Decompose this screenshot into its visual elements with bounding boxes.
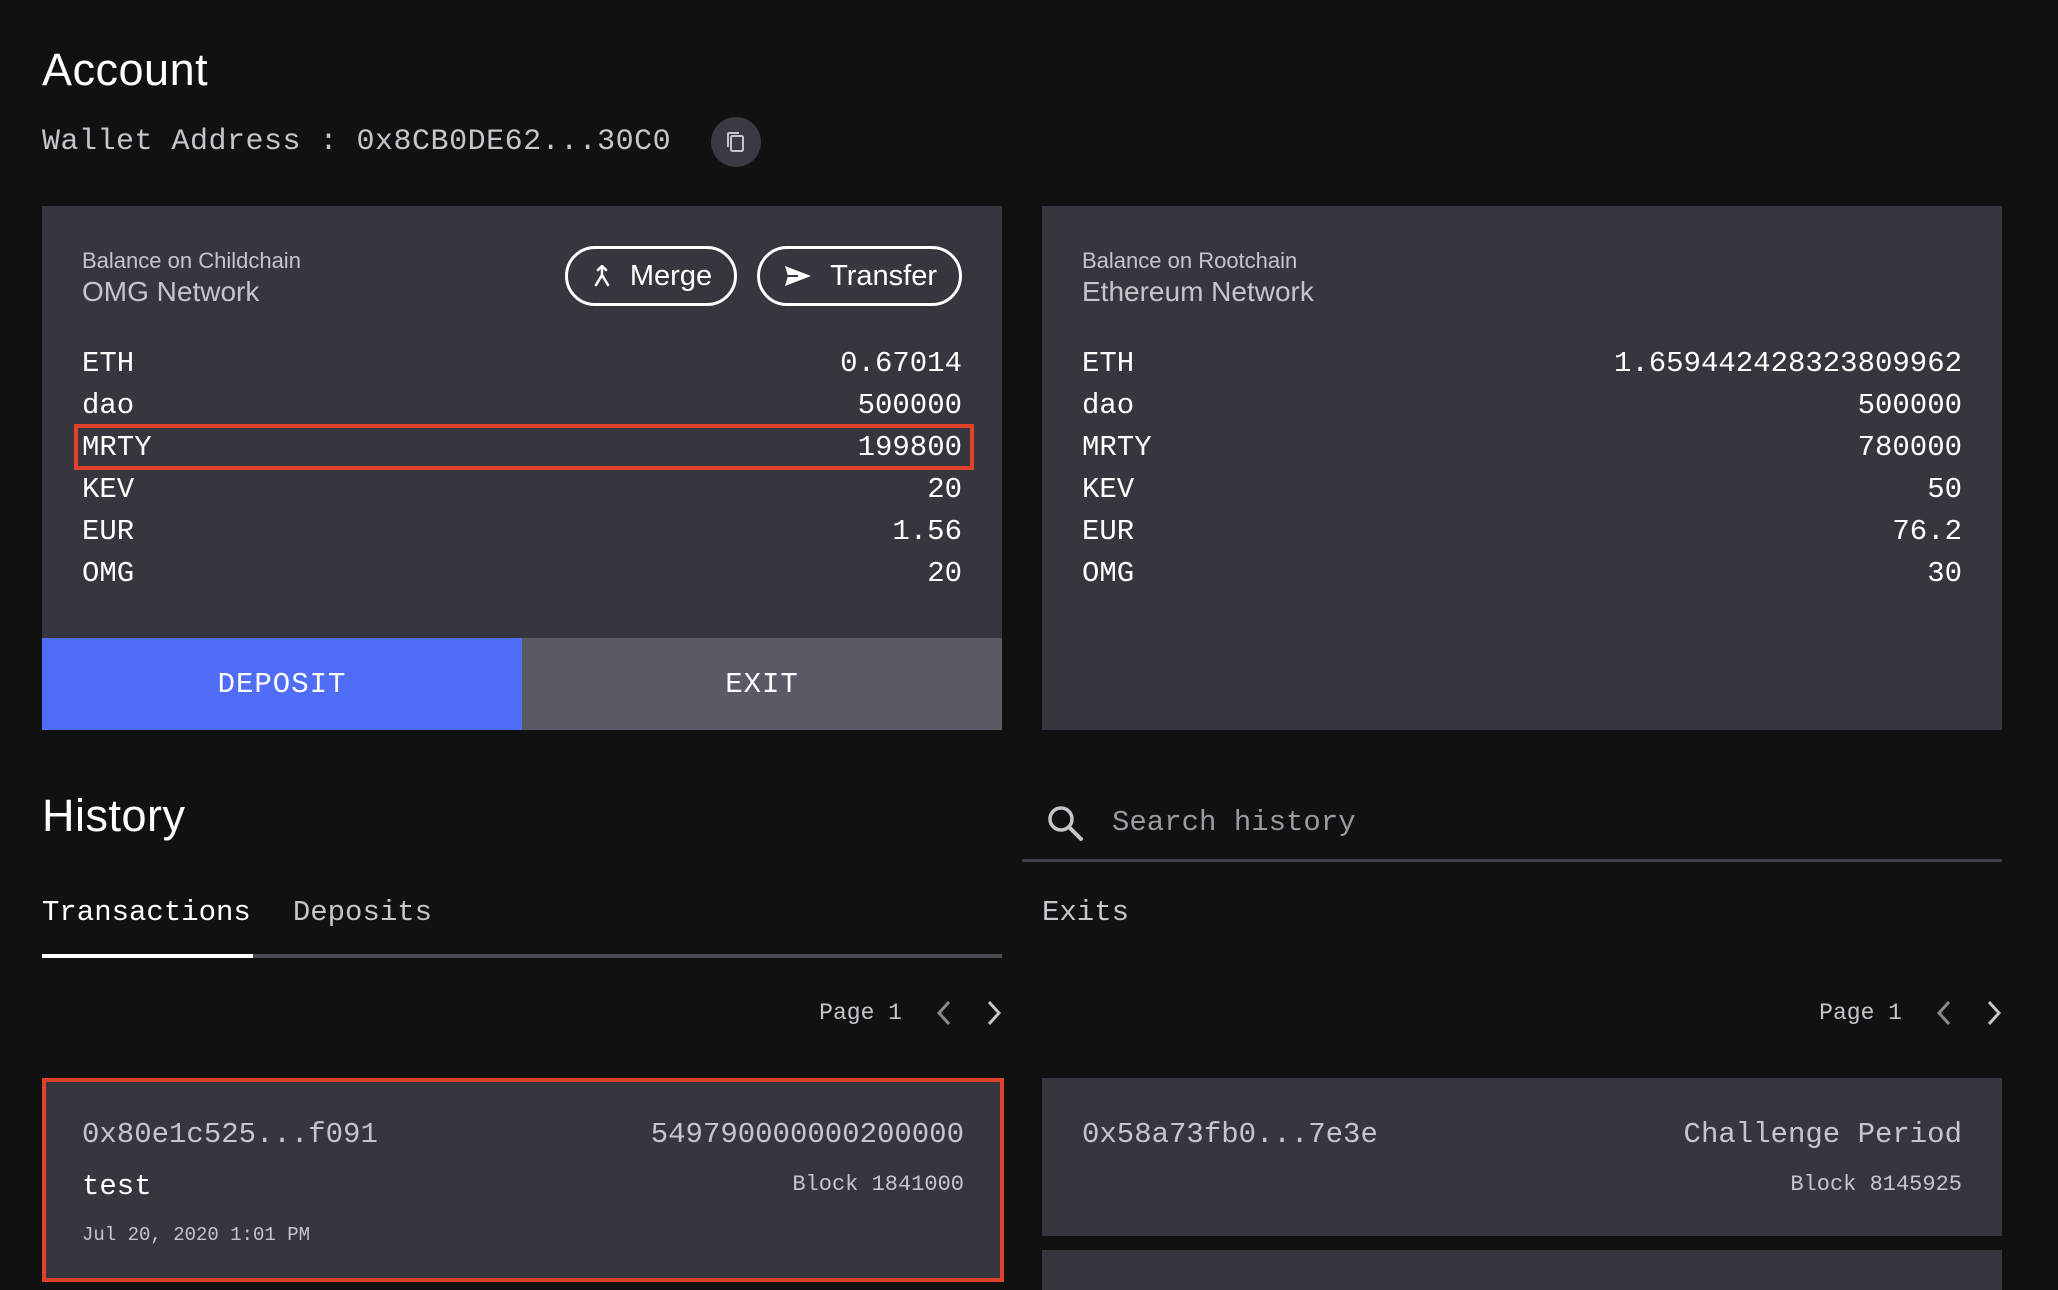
- childchain-subtitle: Balance on Childchain: [82, 248, 301, 273]
- wallet-address: Wallet Address : 0x8CB0DE62...30C0: [42, 125, 672, 159]
- transaction-card[interactable]: 0x80e1c525...f091 549790000000200000 tes…: [42, 1078, 1004, 1282]
- tx-memo: test: [82, 1170, 152, 1203]
- balance-row-omg: OMG 20: [82, 552, 962, 594]
- balance-row-eur: EUR 1.56: [82, 510, 962, 552]
- send-icon: [785, 266, 812, 286]
- transfer-label: Transfer: [830, 259, 937, 292]
- childchain-balance-list: ETH 0.67014 dao 500000 MRTY 199800 KEV 2…: [74, 342, 974, 594]
- deposit-button[interactable]: DEPOSIT: [42, 638, 522, 730]
- history-tabs: Transactions Deposits: [42, 896, 1002, 958]
- rootchain-subtitle: Balance on Rootchain: [1082, 248, 1298, 273]
- token-name: dao: [82, 388, 135, 422]
- tab-transactions[interactable]: Transactions: [42, 896, 253, 958]
- balance-row-eur: EUR 76.2: [1082, 510, 1962, 552]
- page-label: Page 1: [1819, 1000, 1902, 1026]
- wallet-row: Wallet Address : 0x8CB0DE62...30C0: [42, 117, 762, 167]
- rootchain-network: Ethereum Network: [1082, 276, 1314, 307]
- token-amount: 30: [1927, 556, 1962, 590]
- history-search: [1022, 786, 2002, 862]
- exit-status: Challenge Period: [1683, 1118, 1962, 1151]
- search-icon: [1048, 805, 1083, 841]
- page-title: Account: [42, 44, 209, 95]
- balance-row-omg: OMG 30: [1082, 552, 1962, 594]
- exit-card[interactable]: 0x58a73fb0...7e3e Challenge Period Block…: [1042, 1078, 2002, 1236]
- merge-label: Merge: [629, 259, 713, 292]
- chevron-left-icon[interactable]: [936, 1000, 952, 1026]
- token-name: EUR: [82, 514, 135, 548]
- childchain-balance-card: Balance on Childchain OMG Network Merge …: [42, 206, 1002, 730]
- tx-date: Jul 20, 2020 1:01 PM: [82, 1224, 311, 1246]
- token-amount: 76.2: [1892, 514, 1962, 548]
- page-label: Page 1: [819, 1000, 902, 1026]
- token-name: ETH: [82, 346, 135, 380]
- balance-row-mrty: MRTY 780000: [1082, 426, 1962, 468]
- token-amount: 20: [927, 472, 962, 506]
- balance-row-mrty: MRTY 199800: [74, 424, 974, 470]
- merge-icon: [594, 265, 610, 287]
- token-amount: 1.56: [892, 514, 962, 548]
- transactions-pager: Page 1: [819, 1000, 1002, 1026]
- chevron-right-icon[interactable]: [986, 1000, 1002, 1026]
- copy-address-button[interactable]: [711, 117, 762, 167]
- exit-button[interactable]: EXIT: [522, 638, 1002, 730]
- merge-button[interactable]: Merge: [564, 246, 738, 306]
- childchain-header: Balance on Childchain OMG Network: [82, 248, 301, 308]
- rootchain-balance-card: Balance on Rootchain Ethereum Network ET…: [1042, 206, 2002, 730]
- tx-amount: 549790000000200000: [650, 1118, 964, 1151]
- balance-row-eth: ETH 1.659442428323809962: [1082, 342, 1962, 384]
- token-amount: 20: [927, 556, 962, 590]
- exits-pager: Page 1: [1819, 1000, 2002, 1026]
- transfer-button[interactable]: Transfer: [757, 246, 962, 306]
- tx-hash: 0x80e1c525...f091: [82, 1118, 378, 1151]
- exits-heading: Exits: [1042, 896, 1130, 929]
- token-name: KEV: [82, 472, 135, 506]
- token-amount: 1.659442428323809962: [1613, 346, 1962, 380]
- balance-row-eth: ETH 0.67014: [82, 342, 962, 384]
- exit-card-partial[interactable]: [1042, 1250, 2002, 1290]
- token-name: OMG: [82, 556, 135, 590]
- token-name: MRTY: [1082, 430, 1152, 464]
- rootchain-balance-list: ETH 1.659442428323809962 dao 500000 MRTY…: [1082, 342, 1962, 594]
- balance-row-kev: KEV 50: [1082, 468, 1962, 510]
- rootchain-header: Balance on Rootchain Ethereum Network: [1082, 248, 1314, 308]
- copy-icon: [727, 132, 745, 152]
- balance-row-dao: dao 500000: [1082, 384, 1962, 426]
- token-amount: 500000: [857, 388, 962, 422]
- token-amount: 500000: [1857, 388, 1962, 422]
- history-title: History: [42, 790, 186, 841]
- token-name: KEV: [1082, 472, 1135, 506]
- token-amount: 780000: [1857, 430, 1962, 464]
- token-amount: 0.67014: [840, 346, 962, 380]
- chevron-left-icon[interactable]: [1936, 1000, 1952, 1026]
- token-name: OMG: [1082, 556, 1135, 590]
- tx-block: Block 1841000: [792, 1172, 964, 1197]
- token-amount: 199800: [857, 430, 962, 464]
- tab-deposits[interactable]: Deposits: [293, 896, 432, 954]
- token-name: EUR: [1082, 514, 1135, 548]
- token-name: dao: [1082, 388, 1135, 422]
- exit-hash: 0x58a73fb0...7e3e: [1082, 1118, 1378, 1151]
- exit-block: Block 8145925: [1790, 1172, 1962, 1197]
- chevron-right-icon[interactable]: [1986, 1000, 2002, 1026]
- balance-row-kev: KEV 20: [82, 468, 962, 510]
- token-name: MRTY: [82, 430, 152, 464]
- token-name: ETH: [1082, 346, 1135, 380]
- token-amount: 50: [1927, 472, 1962, 506]
- childchain-actions: Merge Transfer: [564, 246, 962, 306]
- childchain-buttons: DEPOSIT EXIT: [42, 638, 1002, 730]
- search-input[interactable]: [1112, 806, 1912, 839]
- childchain-network: OMG Network: [82, 276, 260, 307]
- balance-row-dao: dao 500000: [82, 384, 962, 426]
